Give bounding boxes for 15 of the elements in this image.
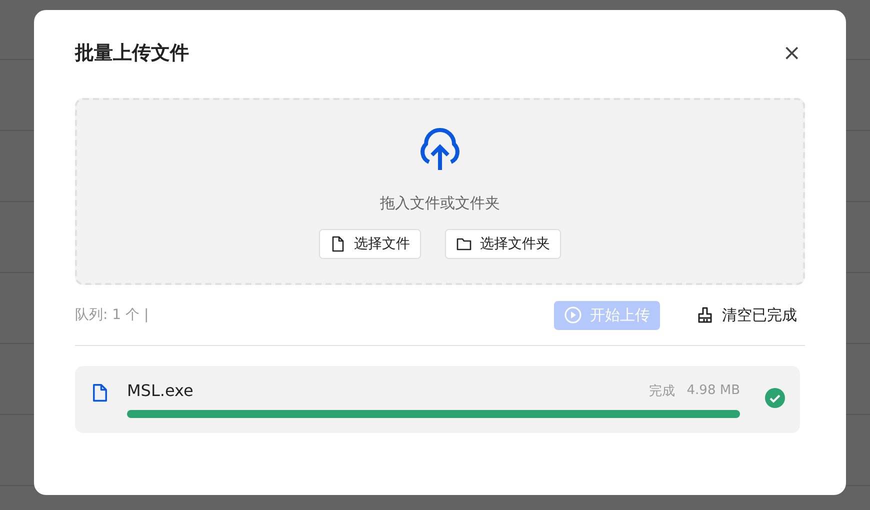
dialog-title: 批量上传文件	[75, 41, 189, 66]
folder-icon	[456, 236, 472, 252]
close-button[interactable]: ×	[778, 40, 805, 66]
brush-icon	[696, 306, 714, 324]
select-file-button[interactable]: 选择文件	[319, 229, 421, 259]
file-name: MSL.exe	[127, 381, 194, 400]
file-size: 4.98 MB	[686, 383, 740, 398]
play-icon	[564, 306, 582, 324]
file-status: 完成	[648, 382, 675, 400]
clear-completed-button[interactable]: 清空已完成	[688, 302, 805, 328]
queue-count: 队列: 1 个 |	[75, 306, 150, 324]
file-icon	[330, 236, 346, 252]
drop-zone[interactable]: 拖入文件或文件夹 选择文件 选择文件夹	[75, 98, 805, 285]
select-folder-button[interactable]: 选择文件夹	[445, 229, 561, 259]
drop-hint: 拖入文件或文件夹	[380, 194, 500, 213]
